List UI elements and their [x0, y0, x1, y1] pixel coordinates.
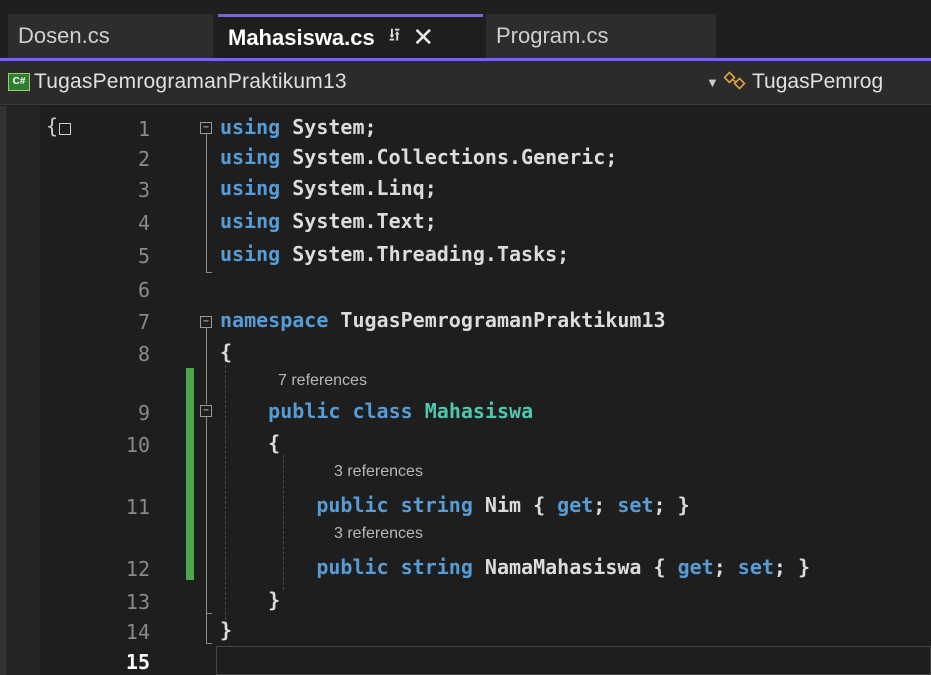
line-number: 12 [125, 557, 150, 581]
line-number: 2 [137, 147, 150, 171]
code-line[interactable]: } [220, 588, 280, 612]
code-line[interactable]: using System.Threading.Tasks; [220, 242, 569, 266]
line-number: 14 [125, 620, 150, 644]
code-line[interactable]: public string NamaMahasiswa { get; set; … [220, 555, 810, 579]
code-line[interactable]: public class Mahasiswa [220, 399, 533, 423]
line-number: 10 [125, 433, 150, 457]
outline-line [206, 134, 207, 272]
csharp-project-icon: C# [8, 73, 30, 91]
collapse-icon[interactable]: − [200, 316, 212, 328]
close-icon[interactable]: ✕ [412, 22, 434, 53]
tab-label: Dosen.cs [18, 23, 110, 48]
current-line-highlight[interactable] [216, 646, 931, 675]
line-number: 5 [137, 244, 150, 268]
line-number: 6 [137, 278, 150, 302]
code-line[interactable]: using System.Linq; [220, 176, 437, 200]
collapse-icon[interactable]: − [200, 405, 212, 417]
code-line[interactable]: { [220, 431, 280, 455]
outline-line [206, 613, 207, 643]
code-line[interactable]: using System.Collections.Generic; [220, 145, 617, 169]
class-icon [724, 71, 746, 90]
line-number: 1 [137, 117, 150, 141]
tab-dosen-cs[interactable]: Dosen.cs [8, 14, 213, 58]
document-tab-bar: Dosen.cs Mahasiswa.cs ⭿ ✕ Program.cs [0, 0, 931, 60]
codelens-references[interactable]: 3 references [334, 463, 423, 481]
tab-mahasiswa-cs[interactable]: Mahasiswa.cs ⭿ ✕ [218, 14, 483, 58]
code-line[interactable]: } [220, 618, 232, 642]
codelens-references[interactable]: 3 references [334, 525, 423, 543]
tab-label: Mahasiswa.cs [228, 24, 375, 50]
tab-program-cs[interactable]: Program.cs [486, 14, 716, 58]
project-dropdown[interactable]: TugasPemrogramanPraktikum13 [34, 70, 347, 94]
line-number: 9 [137, 401, 150, 425]
code-line[interactable]: using System.Text; [220, 209, 437, 233]
tab-label: Program.cs [496, 23, 609, 48]
line-number: 7 [137, 310, 150, 334]
code-line[interactable]: { [220, 340, 232, 364]
collapse-icon[interactable]: − [200, 122, 212, 134]
change-tracking-bar [186, 368, 194, 580]
line-number: 13 [125, 590, 150, 614]
margin-strip [0, 106, 6, 675]
line-number: 4 [137, 211, 150, 235]
code-line[interactable]: using System; [220, 115, 377, 139]
line-number: 11 [125, 495, 150, 519]
snippet-icon[interactable]: { [46, 114, 72, 138]
pin-icon[interactable]: ⭿ [389, 23, 401, 53]
chevron-down-icon[interactable]: ▼ [706, 75, 719, 90]
class-dropdown[interactable]: TugasPemrog [752, 70, 883, 94]
navigation-bar: C# TugasPemrogramanPraktikum13 ▼ TugasPe… [0, 61, 931, 105]
code-line[interactable]: namespace TugasPemrogramanPraktikum13 [220, 308, 666, 332]
code-line[interactable]: public string Nim { get; set; } [220, 493, 689, 517]
line-number: 8 [137, 342, 150, 366]
editor-margin [0, 106, 40, 675]
outline-end [206, 272, 212, 273]
outline-end [206, 643, 212, 644]
codelens-references[interactable]: 7 references [278, 372, 367, 390]
outline-line [206, 417, 207, 613]
line-number-current: 15 [125, 650, 150, 674]
line-number: 3 [137, 178, 150, 202]
outline-line [206, 328, 207, 404]
